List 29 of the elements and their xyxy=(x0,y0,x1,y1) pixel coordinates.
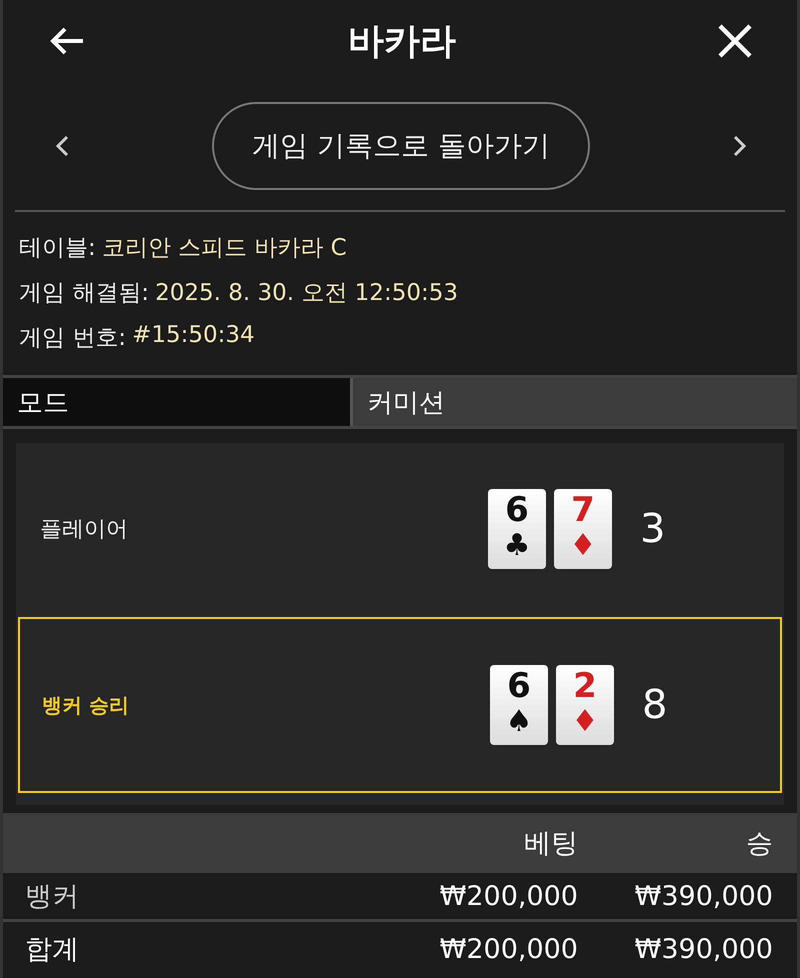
column-header: 승 xyxy=(745,827,773,861)
table-cell-text: ₩390,000 xyxy=(634,934,773,964)
chevron-right-icon[interactable] xyxy=(733,135,747,157)
info-label: 게임 해결됨: xyxy=(19,279,150,308)
playing-card: 2 ♦ xyxy=(556,665,614,745)
mode-label: 모드 xyxy=(3,378,350,426)
mode-value: 커미션 xyxy=(350,378,797,426)
table-cell-text: ₩200,000 xyxy=(438,880,578,912)
info-label: 테이블: xyxy=(19,234,96,263)
playing-card: 6 ♣ xyxy=(488,489,546,569)
column-header: 베팅 xyxy=(523,827,578,861)
window-title: 바카라 xyxy=(348,20,456,64)
hand-name: 플레이어 xyxy=(40,516,129,544)
info-value: 코리안 스피드 바카라 C xyxy=(102,234,347,263)
chevron-left-icon[interactable] xyxy=(55,135,69,157)
info-value: 2025. 8. 30. 오전 12:50:53 xyxy=(155,279,458,308)
hand-name: 뱅커 승리 xyxy=(42,692,130,718)
close-icon[interactable] xyxy=(717,23,753,59)
hand-score: 8 xyxy=(642,682,668,728)
info-value: #15:50:34 xyxy=(132,322,255,350)
hand-score: 3 xyxy=(640,506,666,552)
table-cell-text: 뱅커 xyxy=(25,880,80,914)
table-cell-text: 합계 xyxy=(25,933,80,967)
table-cell-text: ₩390,000 xyxy=(634,880,773,912)
playing-card: 6 ♠ xyxy=(490,665,548,745)
playing-card: 7 ♦ xyxy=(554,489,612,569)
info-label: 게임 번호: xyxy=(19,324,126,353)
table-cell-text: ₩200,000 xyxy=(438,934,578,964)
back-to-history-button[interactable]: 게임 기록으로 돌아가기 xyxy=(212,102,590,190)
